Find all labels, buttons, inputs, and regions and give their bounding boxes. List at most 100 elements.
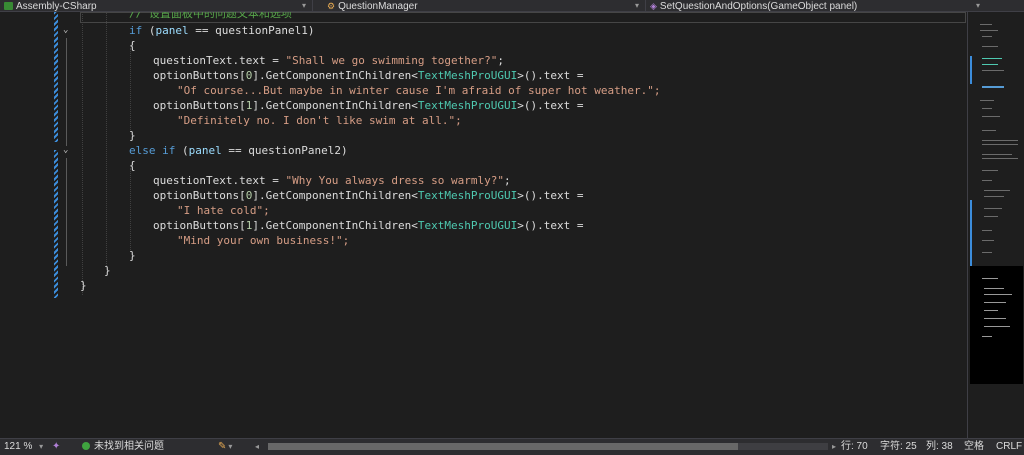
code-line: optionButtons[0].GetComponentInChildren<…: [153, 188, 584, 203]
code-line: optionButtons[1].GetComponentInChildren<…: [153, 218, 584, 233]
change-marker: [54, 150, 58, 298]
minimap-line: [982, 108, 992, 109]
class-dropdown[interactable]: ⚙ QuestionManager ▾: [313, 0, 645, 12]
code-line: questionText.text = "Why You always dres…: [153, 173, 511, 188]
method-dropdown[interactable]: ◈ SetQuestionAndOptions(GameObject panel…: [646, 0, 1024, 12]
minimap-line: [982, 140, 1018, 141]
method-name: SetQuestionAndOptions(GameObject panel): [659, 0, 858, 12]
minimap-line: [982, 116, 1000, 117]
minimap-line: [984, 326, 1010, 327]
scrollbar-thumb[interactable]: [268, 443, 738, 450]
minimap-line: [984, 208, 1002, 209]
code-line: }: [129, 128, 136, 143]
indent-mode[interactable]: 空格: [964, 439, 984, 455]
brace: }: [129, 129, 136, 142]
minimap-line: [984, 288, 1004, 289]
token: optionButtons[: [153, 69, 246, 82]
keyword: if: [129, 24, 143, 37]
class-icon: ⚙: [327, 0, 336, 11]
token: questionText.text =: [153, 174, 286, 187]
minimap-viewport[interactable]: [970, 266, 1023, 384]
indent-guide: [106, 12, 107, 266]
chevron-down-icon: ▾: [975, 1, 980, 10]
token: >().text =: [517, 99, 584, 112]
minimap-line: [982, 158, 1018, 159]
minimap-line: [984, 294, 1012, 295]
brush-icon[interactable]: ✎ ▾: [218, 439, 232, 455]
string-literal: "Of course...But maybe in winter cause I…: [177, 84, 661, 97]
code-line: }: [129, 248, 136, 263]
token: ;: [497, 54, 504, 67]
code-line: else if (panel == questionPanel2): [129, 143, 348, 158]
token: >().text =: [517, 189, 584, 202]
column-number[interactable]: 列: 38: [926, 439, 953, 455]
chevron-down-icon[interactable]: ⌄: [63, 145, 68, 155]
scroll-right-icon[interactable]: ▸: [832, 439, 836, 455]
token: (: [142, 24, 156, 37]
code-editor[interactable]: ⌄ ⌄ // 设置面板中的问题文本和选项 if (panel == questi…: [0, 12, 967, 438]
minimap-line: [982, 278, 998, 279]
method-icon: ◈: [650, 0, 657, 11]
keyword: else if: [129, 144, 176, 157]
minimap-line: [982, 70, 1004, 71]
brace: }: [129, 249, 136, 262]
csharp-project-icon: [4, 2, 13, 10]
line-number[interactable]: 行: 70: [841, 439, 868, 455]
code-line: questionText.text = "Shall we go swimmin…: [153, 53, 504, 68]
type-name: TextMeshProUGUI: [417, 189, 518, 202]
minimap-line: [980, 100, 994, 101]
minimap-line: [982, 170, 998, 171]
string-literal: "Why You always dress so warmly?": [285, 174, 504, 187]
issues-indicator[interactable]: 未找到相关问题: [82, 439, 164, 455]
code-line: "Definitely no. I don't like swim at all…: [177, 113, 462, 128]
token: == questionPanel2): [221, 144, 348, 157]
token: optionButtons[: [153, 189, 246, 202]
minimap-line: [984, 190, 1010, 191]
minimap-line: [984, 318, 1006, 319]
line-ending[interactable]: CRLF: [996, 439, 1022, 455]
project-dropdown[interactable]: Assembly-CSharp ▾: [0, 0, 312, 12]
minimap-line: [984, 216, 998, 217]
token: (: [175, 144, 189, 157]
horizontal-scrollbar[interactable]: [268, 443, 828, 450]
minimap[interactable]: [967, 12, 1024, 438]
check-circle-icon: [82, 442, 90, 450]
token: questionText.text =: [153, 54, 286, 67]
token: ].GetComponentInChildren<: [252, 69, 418, 82]
minimap-line: [982, 180, 992, 181]
chevron-down-icon[interactable]: ⌄: [63, 25, 68, 35]
zoom-dropdown[interactable]: 121 % ▾: [4, 439, 43, 455]
minimap-line: [982, 64, 998, 65]
minimap-line: [980, 24, 992, 25]
indent-guide: [82, 12, 83, 295]
char-number[interactable]: 字符: 25: [880, 439, 917, 455]
minimap-line: [980, 30, 998, 31]
chevron-down-icon: ▾: [39, 442, 44, 451]
type-name: TextMeshProUGUI: [417, 69, 518, 82]
fold-line: [66, 38, 67, 146]
string-literal: "I hate cold";: [177, 204, 270, 217]
project-name: Assembly-CSharp: [16, 0, 97, 12]
minimap-line: [982, 154, 1012, 155]
token: >().text =: [517, 219, 584, 232]
minimap-line: [982, 144, 1018, 145]
navigation-bar: Assembly-CSharp ▾ ⚙ QuestionManager ▾ ◈ …: [0, 0, 1024, 12]
brace: }: [80, 279, 87, 292]
class-name: QuestionManager: [338, 0, 418, 12]
fold-line: [66, 158, 67, 266]
type-name: TextMeshProUGUI: [417, 99, 518, 112]
minimap-line: [982, 230, 992, 231]
code-line: "I hate cold";: [177, 203, 270, 218]
token: ].GetComponentInChildren<: [252, 189, 418, 202]
brace: }: [104, 264, 111, 277]
minimap-line: [982, 58, 1002, 59]
scroll-left-icon[interactable]: ◂: [255, 439, 259, 455]
comment: // 设置面板中的问题文本和选项: [129, 12, 292, 20]
token: optionButtons[: [153, 99, 246, 112]
code-line: }: [104, 263, 111, 278]
minimap-line: [982, 86, 1004, 88]
copilot-icon[interactable]: ✦: [52, 439, 60, 455]
chevron-down-icon: ▾: [634, 1, 639, 10]
token: >().text =: [517, 69, 584, 82]
token: == questionPanel1): [188, 24, 315, 37]
